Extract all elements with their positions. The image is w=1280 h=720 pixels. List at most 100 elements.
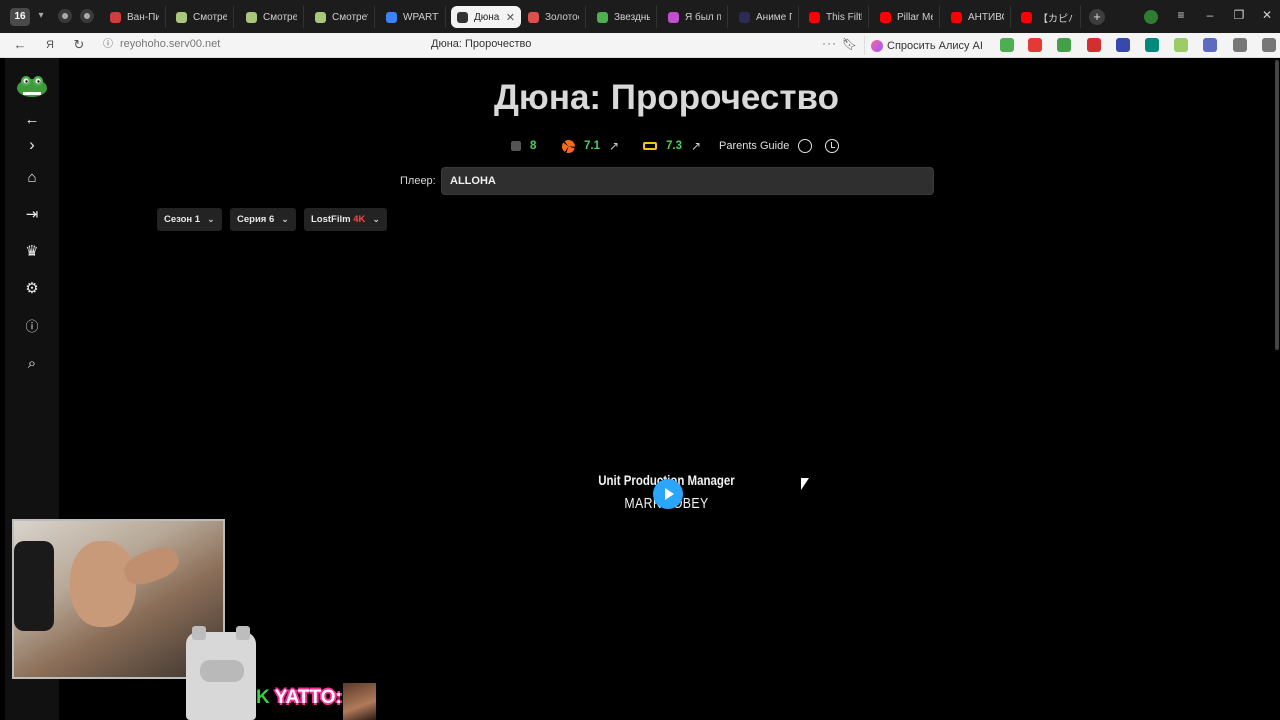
chat-avatar [343,683,376,720]
parents-guide[interactable]: Parents Guide [719,138,840,154]
play-button[interactable] [653,479,683,509]
imdb-rating-value: 7.3 [666,140,682,152]
tab-label: АНТИВСЕ [968,11,1004,23]
browser-tab[interactable]: This Filthy [803,6,869,28]
chevron-down-icon: ⌄ [207,214,215,224]
imdb-icon [643,142,657,150]
yandex-icon[interactable]: Я [42,37,58,53]
reload-icon[interactable]: ↻ [71,37,87,53]
tab-favicon-icon [110,11,121,23]
tab-label: Звездные [614,11,650,23]
site-rating: 8 [511,138,536,154]
tab-favicon-icon [1021,11,1032,23]
season-label: Сезон 1 [164,214,201,225]
browser-tab[interactable]: Смотреть [309,6,375,28]
tab-label: WPARTY [403,11,439,23]
extension-icon[interactable] [1233,38,1247,52]
search-icon[interactable]: ⌕ [22,354,42,374]
page-scrollbar[interactable] [1275,60,1279,350]
browser-tab[interactable]: Смотреть [170,6,234,28]
parents-guide-label[interactable]: Parents Guide [719,140,789,152]
tab-label: Смотреть [263,11,297,23]
kinopoisk-rating-value: 7.1 [584,140,600,152]
extension-icon[interactable] [1087,38,1101,52]
new-tab-button[interactable]: + [1089,9,1105,25]
minimize-icon[interactable]: – [1202,8,1218,22]
browser-tab[interactable]: WPARTY [380,6,446,28]
tab-favicon-icon [386,11,397,23]
more-options-icon[interactable]: ··· [822,36,837,50]
tab-label: Смотреть [193,11,227,23]
season-dropdown[interactable]: Сезон 1 ⌄ [157,208,222,231]
browser-tab[interactable]: 【カピバラ】 [1015,6,1081,28]
tab-favicon-icon [880,11,891,23]
gear-icon[interactable]: ⚙ [22,279,42,299]
extension-icon[interactable] [1262,38,1276,52]
chevron-down-icon: ⌄ [372,214,380,224]
extension-icon[interactable] [1203,38,1217,52]
voiceover-label: LostFilm [311,214,351,225]
close-icon[interactable]: ✕ [1259,8,1275,22]
url-field[interactable]: reyohoho.serv00.net [120,38,220,50]
imdb-rating[interactable]: 7.3 ↗ [643,138,701,154]
tab-label: Смотреть [332,11,368,23]
tab-label: Я был пре [685,11,721,23]
ask-alice-button[interactable]: Спросить Алису AI [864,36,989,55]
extension-icon[interactable] [1116,38,1130,52]
profile-icon[interactable] [1144,10,1158,24]
tab-favicon-icon [739,11,750,23]
back-icon[interactable]: ← [12,37,28,53]
browser-tab[interactable]: Я был пре [662,6,728,28]
tab-label: Дюна: П [474,11,500,23]
player-select[interactable]: ALLOHA [441,167,934,195]
extension-icon[interactable] [1057,38,1071,52]
login-icon[interactable]: ⇥ [22,205,42,225]
site-rating-icon [511,141,521,151]
forward-arrow-icon[interactable]: › [22,135,42,155]
tab-favicon-icon [528,11,539,23]
tab-favicon-icon [315,11,326,23]
browser-tab[interactable]: Аниме По [733,6,799,28]
browser-tab[interactable]: Pillar Men [874,6,940,28]
browser-tab[interactable]: АНТИВСЕ [945,6,1011,28]
kinopoisk-rating[interactable]: 7.1 ↗ [562,138,619,154]
voiceover-dropdown[interactable]: LostFilm 4K ⌄ [304,208,387,231]
trophy-icon[interactable]: ♛ [22,242,42,262]
tab-favicon-icon [809,11,820,23]
extension-icon[interactable] [1174,38,1188,52]
pinned-tab-icon[interactable] [80,9,94,23]
external-link-icon[interactable]: ↗ [609,139,619,153]
smiley-face-icon[interactable] [798,139,813,153]
bookmark-icon[interactable]: 🔖︎ [842,37,857,51]
restore-icon[interactable]: ❐ [1231,8,1247,22]
browser-tab[interactable]: Ван-Пис ( [104,6,166,28]
browser-address-bar: ← Я ↻ ⓘ reyohoho.serv00.net Дюна: Пророч… [0,33,1280,58]
tab-label: This Filthy [826,11,862,23]
external-link-icon[interactable]: ↗ [691,139,701,153]
tab-label: Золотое б [545,11,579,23]
site-info-icon[interactable]: ⓘ [100,37,116,53]
chat-prefix: K [256,687,270,708]
episode-dropdown[interactable]: Серия 6 ⌄ [230,208,296,231]
tab-close-icon[interactable]: ✕ [506,11,515,24]
browser-tab[interactable]: Звездные [591,6,657,28]
tab-label: 【カピバラ】 [1038,13,1074,25]
chevron-down-icon[interactable]: ▾ [35,9,47,23]
extension-icon[interactable] [1000,38,1014,52]
browser-tab[interactable]: Смотреть [240,6,304,28]
pinned-tab-icon[interactable] [58,9,72,23]
menu-icon[interactable]: ≡ [1173,8,1189,22]
clock-icon[interactable] [825,139,840,153]
microphone [14,541,54,631]
extension-icon[interactable] [1028,38,1042,52]
info-icon[interactable]: ⓘ [22,317,42,337]
browser-tab[interactable]: Золотое б [522,6,586,28]
tab-label: Pillar Men [897,11,933,23]
extension-icon[interactable] [1145,38,1159,52]
browser-tab[interactable]: Дюна: П ✕ [451,6,521,28]
tab-count-badge[interactable]: 16 [10,8,30,26]
home-icon[interactable]: ⌂ [22,168,42,188]
tab-label: Ван-Пис ( [127,11,159,23]
player-label: Плеер: [400,175,436,187]
tab-favicon-icon [597,11,608,23]
